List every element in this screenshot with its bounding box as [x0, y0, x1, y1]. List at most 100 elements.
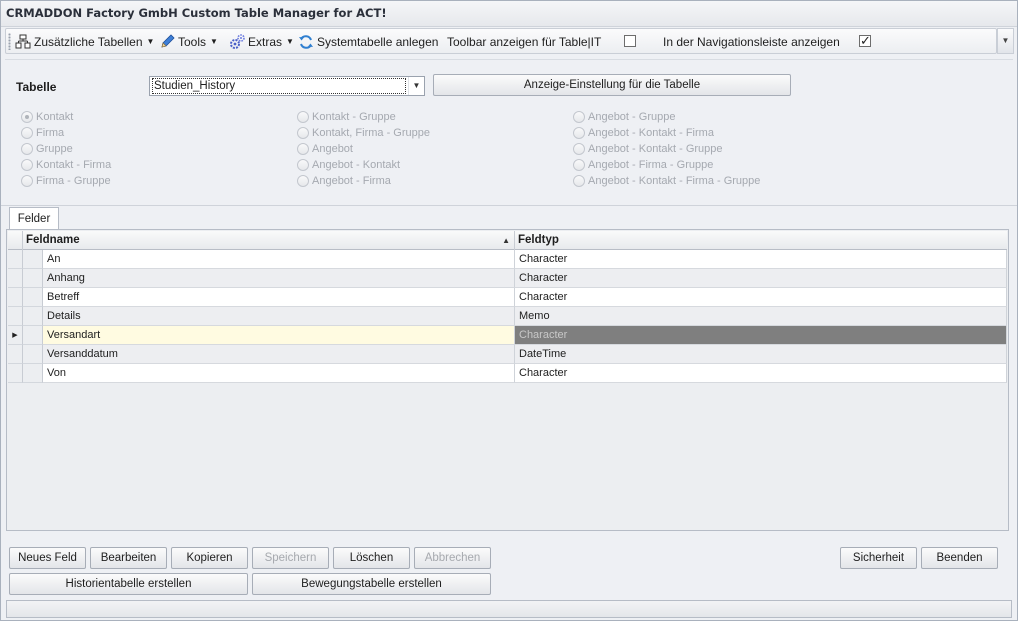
radio-angebot-firma-gruppe[interactable]: Angebot - Firma - Gruppe: [573, 158, 713, 172]
cell-feldname[interactable]: Betreff: [43, 288, 515, 307]
row-indicator[interactable]: [8, 307, 23, 326]
radio-circle: [21, 143, 33, 155]
cell-feldtyp[interactable]: Character: [515, 250, 1007, 269]
radio-gruppe[interactable]: Gruppe: [21, 142, 73, 156]
row-indicator[interactable]: [8, 364, 23, 383]
row-indicator[interactable]: [8, 288, 23, 307]
cell-feldname[interactable]: Details: [43, 307, 515, 326]
table-row[interactable]: An Character: [8, 250, 1007, 269]
radio-angebot[interactable]: Angebot: [297, 142, 353, 156]
row-spacer: [23, 326, 43, 345]
anzeige-einstellung-button[interactable]: Anzeige-Einstellung für die Tabelle: [433, 74, 791, 96]
radio-kontakt-firma[interactable]: Kontakt - Firma: [21, 158, 111, 172]
table-icon: [15, 34, 31, 50]
menu-extras[interactable]: Extras ▼: [229, 33, 294, 51]
radio-circle: [573, 127, 585, 139]
menu-zusaetzliche-tabellen[interactable]: Zusätzliche Tabellen ▼: [15, 33, 154, 51]
radio-circle: [573, 111, 585, 123]
radio-angebot-kontakt-firma-gruppe[interactable]: Angebot - Kontakt - Firma - Gruppe: [573, 174, 760, 188]
radio-label: Angebot: [312, 143, 353, 155]
row-indicator[interactable]: [8, 269, 23, 288]
cell-feldtyp[interactable]: Character: [515, 326, 1007, 345]
table-row-focused[interactable]: ▶ Versandart Character: [8, 326, 1007, 345]
loeschen-button[interactable]: Löschen: [333, 547, 410, 569]
grid-header: Feldname ▲ Feldtyp: [8, 231, 1007, 250]
chevron-down-icon: ▼: [210, 37, 218, 46]
status-bar: [6, 600, 1012, 618]
radio-angebot-gruppe[interactable]: Angebot - Gruppe: [573, 110, 675, 124]
radio-circle: [573, 159, 585, 171]
tabelle-dropdown-value: Studien_History: [152, 78, 406, 94]
cell-feldtyp[interactable]: Character: [515, 288, 1007, 307]
kopieren-button[interactable]: Kopieren: [171, 547, 248, 569]
toolbar-anzeigen-text: Toolbar anzeigen für Table|IT: [447, 35, 602, 49]
radio-label: Kontakt - Firma: [36, 159, 112, 171]
radio-firma[interactable]: Firma: [21, 126, 64, 140]
menu-tools[interactable]: Tools ▼: [159, 33, 218, 51]
radio-label: Angebot - Firma: [312, 175, 391, 187]
speichern-button[interactable]: Speichern: [252, 547, 329, 569]
gears-icon: [229, 34, 245, 50]
navigationsleiste-label: In der Navigationsleiste anzeigen: [663, 33, 840, 51]
table-row[interactable]: Von Character: [8, 364, 1007, 383]
radio-circle: [21, 175, 33, 187]
cell-feldtyp[interactable]: Character: [515, 364, 1007, 383]
cell-feldname[interactable]: Von: [43, 364, 515, 383]
row-indicator[interactable]: [8, 250, 23, 269]
beenden-button[interactable]: Beenden: [921, 547, 998, 569]
historientabelle-erstellen-button[interactable]: Historientabelle erstellen: [9, 573, 248, 595]
chevron-down-icon: ▼: [286, 37, 294, 46]
menu-tools-label: Tools: [178, 35, 207, 49]
navigationsleiste-text: In der Navigationsleiste anzeigen: [663, 35, 840, 49]
radio-angebot-kontakt-firma[interactable]: Angebot - Kontakt - Firma: [573, 126, 714, 140]
radio-label: Angebot - Gruppe: [588, 111, 676, 123]
row-spacer: [23, 269, 43, 288]
column-header-feldtyp[interactable]: Feldtyp: [515, 231, 1007, 250]
column-header-feldname[interactable]: Feldname ▲: [23, 231, 515, 250]
tabelle-dropdown[interactable]: Studien_History ▼: [149, 76, 425, 96]
row-indicator[interactable]: [8, 345, 23, 364]
table-row[interactable]: Anhang Character: [8, 269, 1007, 288]
table-row[interactable]: Details Memo: [8, 307, 1007, 326]
row-spacer: [23, 288, 43, 307]
table-row[interactable]: Betreff Character: [8, 288, 1007, 307]
systemtabelle-anlegen-label: Systemtabelle anlegen: [317, 35, 439, 49]
cell-feldtyp[interactable]: DateTime: [515, 345, 1007, 364]
menu-zusaetzliche-tabellen-label: Zusätzliche Tabellen: [34, 35, 143, 49]
chevron-down-icon[interactable]: ▼: [408, 77, 424, 95]
cell-feldname[interactable]: Versanddatum: [43, 345, 515, 364]
menu-extras-label: Extras: [248, 35, 283, 49]
radio-kontakt-firma-gruppe[interactable]: Kontakt, Firma - Gruppe: [297, 126, 430, 140]
radio-kontakt-gruppe[interactable]: Kontakt - Gruppe: [297, 110, 396, 124]
toolbar-grip[interactable]: [8, 33, 11, 50]
radio-label: Kontakt: [36, 111, 74, 123]
systemtabelle-anlegen-button[interactable]: Systemtabelle anlegen: [298, 33, 438, 51]
app-window: CRMADDON Factory GmbH Custom Table Manag…: [0, 0, 1018, 621]
radio-firma-gruppe[interactable]: Firma - Gruppe: [21, 174, 111, 188]
radio-circle: [21, 127, 33, 139]
navigationsleiste-checkbox[interactable]: [859, 33, 871, 49]
cell-feldname[interactable]: Anhang: [43, 269, 515, 288]
toolbar-anzeigen-checkbox[interactable]: [624, 35, 636, 47]
radio-angebot-kontakt[interactable]: Angebot - Kontakt: [297, 158, 400, 172]
cell-feldtyp[interactable]: Character: [515, 269, 1007, 288]
sicherheit-button[interactable]: Sicherheit: [840, 547, 917, 569]
radio-circle: [297, 127, 309, 139]
cell-feldname[interactable]: Versandart: [43, 326, 515, 345]
row-spacer: [23, 364, 43, 383]
toolbar-overflow-button[interactable]: ▼: [997, 28, 1014, 54]
bearbeiten-button[interactable]: Bearbeiten: [90, 547, 167, 569]
abbrechen-button[interactable]: Abbrechen: [414, 547, 491, 569]
row-spacer: [23, 250, 43, 269]
radio-angebot-kontakt-gruppe[interactable]: Angebot - Kontakt - Gruppe: [573, 142, 723, 156]
row-indicator-arrow-icon[interactable]: ▶: [8, 326, 23, 345]
radio-kontakt[interactable]: Kontakt: [21, 110, 73, 124]
cell-feldname[interactable]: An: [43, 250, 515, 269]
radio-circle: [21, 111, 33, 123]
bewegungstabelle-erstellen-button[interactable]: Bewegungstabelle erstellen: [252, 573, 491, 595]
table-row[interactable]: Versanddatum DateTime: [8, 345, 1007, 364]
neues-feld-button[interactable]: Neues Feld: [9, 547, 86, 569]
tab-felder[interactable]: Felder: [9, 207, 59, 230]
radio-angebot-firma[interactable]: Angebot - Firma: [297, 174, 391, 188]
cell-feldtyp[interactable]: Memo: [515, 307, 1007, 326]
